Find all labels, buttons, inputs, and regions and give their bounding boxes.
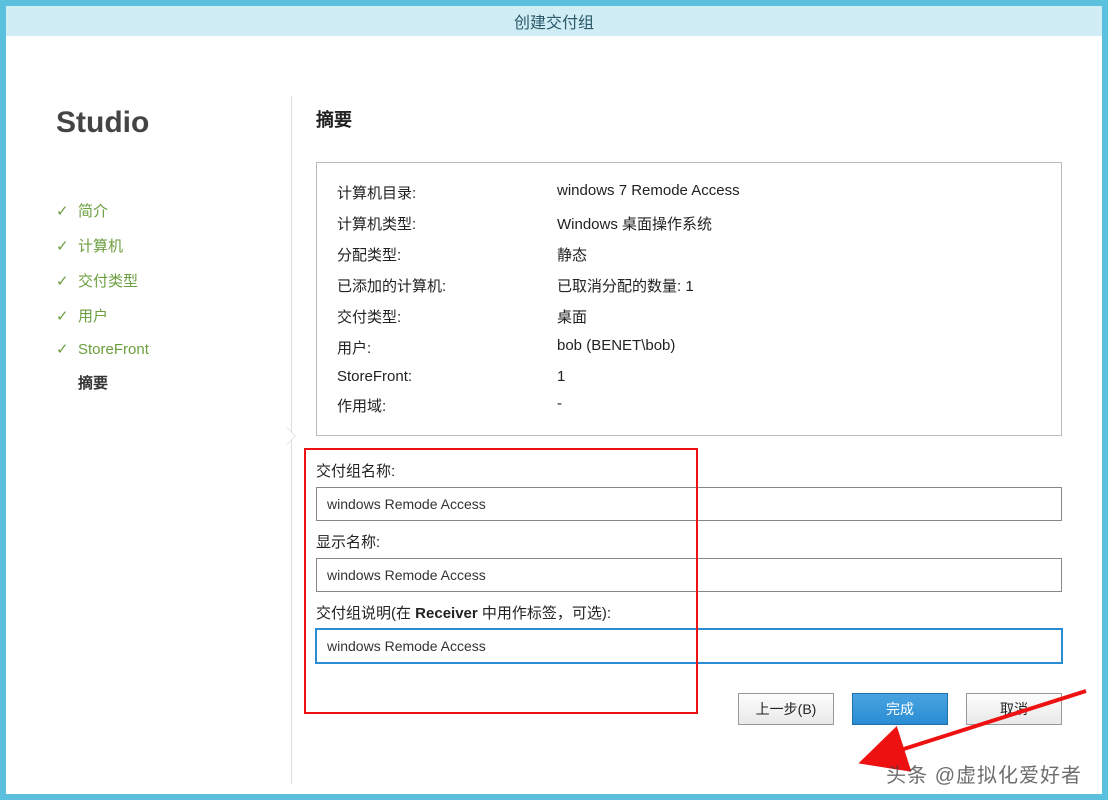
cancel-button[interactable]: 取消 bbox=[966, 693, 1062, 725]
summary-label: 已添加的计算机: bbox=[337, 275, 557, 296]
summary-box: 计算机目录:windows 7 Remode Access计算机类型:Windo… bbox=[316, 162, 1062, 436]
summary-value: 静态 bbox=[557, 244, 1041, 265]
wizard-step-label: 用户 bbox=[78, 305, 108, 326]
display-name-label: 显示名称: bbox=[316, 531, 1062, 552]
body: Studio ✓ 简介 ✓ 计算机 ✓ 交付类型 ✓ 用户 ✓ StoreFront 摘要 摘要 计… bbox=[6, 36, 1102, 794]
check-icon: ✓ bbox=[56, 340, 70, 358]
summary-row: 作用域:- bbox=[337, 390, 1041, 421]
summary-row: 已添加的计算机:已取消分配的数量: 1 bbox=[337, 270, 1041, 301]
summary-value: 已取消分配的数量: 1 bbox=[557, 275, 1041, 296]
watermark-text: 头条 @虚拟化爱好者 bbox=[886, 759, 1082, 788]
wizard-step-label: 交付类型 bbox=[78, 270, 138, 291]
wizard-step[interactable]: ✓ 简介 bbox=[56, 200, 266, 221]
description-label: 交付组说明(在 Receiver 中用作标签，可选): bbox=[316, 602, 1062, 623]
summary-value: bob (BENET\bob) bbox=[557, 337, 1041, 358]
wizard-step[interactable]: 摘要 bbox=[56, 372, 266, 393]
summary-label: 分配类型: bbox=[337, 244, 557, 265]
summary-row: 计算机类型:Windows 桌面操作系统 bbox=[337, 208, 1041, 239]
finish-button[interactable]: 完成 bbox=[852, 693, 948, 725]
summary-row: 用户:bob (BENET\bob) bbox=[337, 332, 1041, 363]
page-title: 摘要 bbox=[316, 106, 1062, 132]
window-title: 创建交付组 bbox=[514, 9, 594, 33]
wizard-step[interactable]: ✓ StoreFront bbox=[56, 340, 266, 358]
wizard-step-label: 摘要 bbox=[78, 372, 108, 393]
wizard-step-label: 计算机 bbox=[78, 235, 123, 256]
summary-row: 交付类型:桌面 bbox=[337, 301, 1041, 332]
window-frame: 创建交付组 Studio ✓ 简介 ✓ 计算机 ✓ 交付类型 ✓ 用户 ✓ StoreFront 摘… bbox=[0, 0, 1108, 800]
wizard-steps: ✓ 简介 ✓ 计算机 ✓ 交付类型 ✓ 用户 ✓ StoreFront 摘要 bbox=[56, 200, 266, 393]
wizard-step-label: StoreFront bbox=[78, 341, 149, 358]
wizard-step-label: 简介 bbox=[78, 200, 108, 221]
button-row: 上一步(B) 完成 取消 bbox=[316, 693, 1062, 725]
check-icon: ✓ bbox=[56, 307, 70, 325]
check-icon: ✓ bbox=[56, 202, 70, 220]
summary-row: StoreFront:1 bbox=[337, 363, 1041, 390]
summary-value: 1 bbox=[557, 368, 1041, 385]
wizard-step[interactable]: ✓ 计算机 bbox=[56, 235, 266, 256]
summary-row: 分配类型:静态 bbox=[337, 239, 1041, 270]
summary-label: StoreFront: bbox=[337, 368, 557, 385]
summary-label: 用户: bbox=[337, 337, 557, 358]
display-name-input[interactable] bbox=[316, 558, 1062, 592]
back-button[interactable]: 上一步(B) bbox=[738, 693, 834, 725]
group-name-input[interactable] bbox=[316, 487, 1062, 521]
summary-value: - bbox=[557, 395, 1041, 416]
check-icon: ✓ bbox=[56, 272, 70, 290]
group-name-label: 交付组名称: bbox=[316, 460, 1062, 481]
wizard-step[interactable]: ✓ 用户 bbox=[56, 305, 266, 326]
titlebar: 创建交付组 bbox=[6, 6, 1102, 36]
check-icon: ✓ bbox=[56, 237, 70, 255]
summary-row: 计算机目录:windows 7 Remode Access bbox=[337, 177, 1041, 208]
brand-label: Studio bbox=[56, 106, 266, 140]
summary-value: 桌面 bbox=[557, 306, 1041, 327]
summary-label: 计算机类型: bbox=[337, 213, 557, 234]
main-panel: 摘要 计算机目录:windows 7 Remode Access计算机类型:Wi… bbox=[266, 36, 1102, 794]
summary-label: 交付类型: bbox=[337, 306, 557, 327]
sidebar: Studio ✓ 简介 ✓ 计算机 ✓ 交付类型 ✓ 用户 ✓ StoreFront 摘要 bbox=[6, 36, 266, 794]
wizard-step[interactable]: ✓ 交付类型 bbox=[56, 270, 266, 291]
summary-label: 作用域: bbox=[337, 395, 557, 416]
summary-label: 计算机目录: bbox=[337, 182, 557, 203]
summary-value: windows 7 Remode Access bbox=[557, 182, 1041, 203]
description-input[interactable] bbox=[316, 629, 1062, 663]
summary-value: Windows 桌面操作系统 bbox=[557, 213, 1041, 234]
